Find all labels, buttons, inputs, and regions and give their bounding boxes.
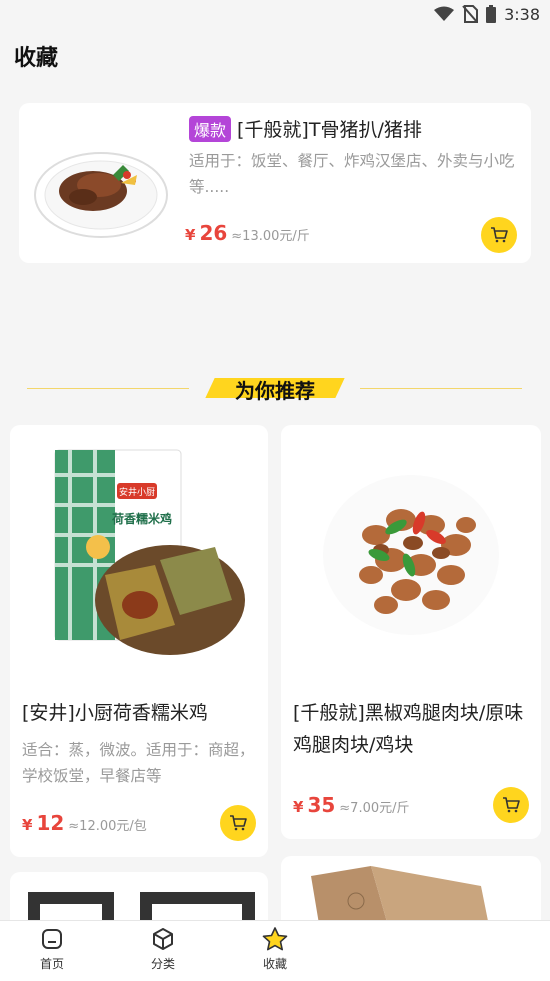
home-icon	[42, 929, 62, 949]
price-value: 12	[36, 811, 65, 835]
product-card[interactable]: 安井小厨 荷香糯米鸡 [安井]小厨荷香糯米鸡 适合：蒸，微波。适用于：商超，学校…	[10, 425, 268, 857]
page-title: 收藏	[14, 46, 59, 71]
product-name: [安井]小厨荷香糯米鸡	[22, 702, 208, 724]
hot-badge: 爆款	[189, 115, 232, 142]
nav-label-home: 首页	[39, 957, 64, 971]
svg-text:安井小厨: 安井小厨	[119, 486, 155, 498]
divider-right	[360, 388, 522, 389]
price-value: 35	[307, 793, 336, 817]
product-image-glutinous-rice-chicken: 安井小厨 荷香糯米鸡	[10, 425, 268, 685]
add-to-cart-button[interactable]	[220, 805, 256, 841]
favorite-title-row: 爆款 [千般就]T骨猪扒/猪排	[189, 115, 521, 142]
category-icon	[153, 928, 173, 950]
status-time: 3:38	[504, 4, 540, 24]
favorite-description: 适用于：饭堂、餐厅、炸鸡汉堡店、外卖与小吃等.....	[189, 152, 515, 196]
nav-item-home[interactable]: 首页	[22, 927, 82, 972]
product-description: 适合：蒸，微波。适用于：商超，学校饭堂，早餐店等	[22, 741, 255, 785]
price-symbol: ¥	[22, 816, 33, 834]
price-symbol: ¥	[185, 226, 196, 244]
product-name: [千般就]黑椒鸡腿肉块/原味鸡腿肉块/鸡块	[293, 702, 524, 756]
price-symbol: ¥	[293, 798, 304, 816]
battery-icon	[486, 5, 497, 23]
favorite-card[interactable]: 爆款 [千般就]T骨猪扒/猪排 适用于：饭堂、餐厅、炸鸡汉堡店、外卖与小吃等..…	[19, 103, 531, 263]
add-to-cart-button[interactable]	[493, 787, 529, 823]
product-image-pepper-chicken	[281, 425, 541, 685]
product-price: ¥ 35 ≈7.00元/斤	[293, 793, 410, 817]
star-icon	[262, 927, 288, 951]
nav-label-favorites: 收藏	[262, 957, 287, 971]
bottom-nav: 首页 分类 收藏	[0, 920, 550, 981]
no-sim-icon	[462, 5, 479, 23]
cart-icon	[503, 797, 520, 813]
nav-item-category[interactable]: 分类	[133, 927, 193, 972]
status-bar: 3:38	[0, 0, 550, 28]
product-price: ¥ 12 ≈12.00元/包	[22, 811, 147, 835]
wifi-icon	[434, 6, 455, 22]
recommend-title: 为你推荐	[235, 379, 315, 403]
price-value: 26	[199, 221, 228, 245]
add-to-cart-button[interactable]	[481, 217, 517, 253]
svg-text:荷香糯米鸡: 荷香糯米鸡	[111, 511, 172, 526]
unit-price: ≈12.00元/包	[68, 819, 147, 834]
cart-icon	[230, 815, 247, 831]
recommend-header: 为你推荐	[0, 372, 550, 408]
favorite-title: [千般就]T骨猪扒/猪排	[237, 119, 422, 141]
unit-price: ≈13.00元/斤	[231, 229, 310, 244]
nav-item-favorites[interactable]: 收藏	[245, 927, 305, 972]
unit-price: ≈7.00元/斤	[339, 801, 410, 816]
product-card[interactable]: [千般就]黑椒鸡腿肉块/原味鸡腿肉块/鸡块 ¥ 35 ≈7.00元/斤	[281, 425, 541, 839]
nav-label-category: 分类	[150, 957, 175, 971]
product-image-pork-chop	[25, 113, 177, 253]
favorite-price: ¥ 26 ≈13.00元/斤	[185, 221, 310, 245]
cart-icon	[491, 227, 508, 243]
